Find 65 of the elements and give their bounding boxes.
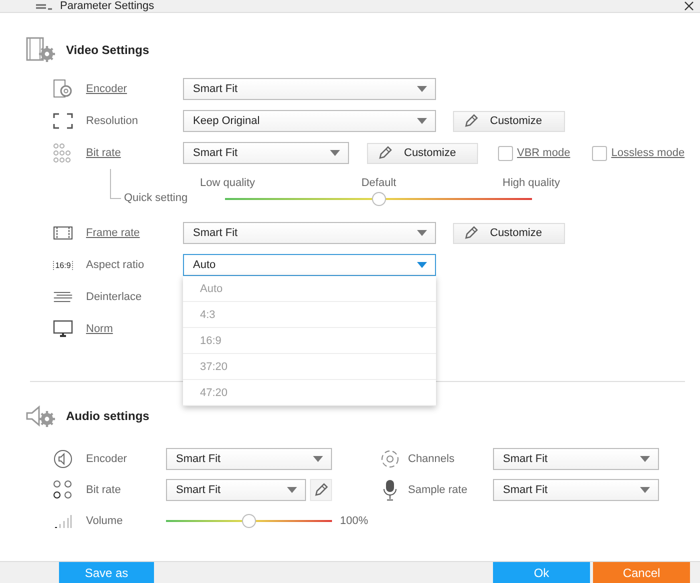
- connector-line: [110, 169, 121, 199]
- pencil-icon: [464, 226, 478, 240]
- settings-link[interactable]: Bit rate: [86, 147, 183, 159]
- caret-icon: [417, 118, 427, 124]
- window-title: Parameter Settings: [60, 0, 154, 12]
- checkbox[interactable]: [592, 146, 608, 160]
- settings-link[interactable]: Frame rate: [86, 227, 183, 239]
- dropdown-field[interactable]: Smart Fit: [183, 142, 349, 164]
- checkbox-label[interactable]: VBR mode: [517, 147, 570, 159]
- caret-icon: [287, 486, 297, 492]
- field-label: Channels: [408, 452, 456, 464]
- slider-thumb[interactable]: [242, 514, 256, 528]
- dots-grid-icon: [53, 143, 73, 163]
- speaker-gear-icon: [26, 404, 56, 428]
- checkbox[interactable]: [498, 146, 513, 160]
- scale-label: High quality: [502, 177, 560, 189]
- caret-icon: [640, 456, 650, 462]
- dropdown-field[interactable]: Smart Fit: [166, 448, 332, 470]
- dropdown-field[interactable]: Smart Fit: [493, 478, 659, 500]
- lines-icon: [53, 291, 73, 303]
- field-label: Volume: [86, 514, 124, 526]
- settings-link[interactable]: Encoder: [86, 83, 183, 95]
- caret-icon: [417, 262, 427, 268]
- scale-label: Low quality: [200, 177, 256, 189]
- pencil-icon: [314, 482, 328, 496]
- section-title: Video Settings: [66, 43, 150, 57]
- dropdown-field[interactable]: Auto: [183, 254, 436, 276]
- edit-button[interactable]: [310, 478, 332, 500]
- checkbox-label[interactable]: Lossless mode: [611, 147, 685, 159]
- dropdown-field[interactable]: Smart Fit: [183, 78, 436, 100]
- signal-bars-icon: [54, 512, 72, 528]
- resize-frame-icon: [53, 113, 73, 129]
- field-label: Aspect ratio: [86, 259, 146, 271]
- caret-icon: [417, 230, 427, 236]
- caret-icon: [640, 486, 650, 492]
- customize-button[interactable]: Customize: [453, 110, 565, 132]
- speaker-icon: [53, 448, 73, 468]
- close-icon[interactable]: [684, 1, 694, 11]
- field-label: Bit rate: [86, 484, 122, 496]
- field-label: Resolution: [86, 115, 139, 127]
- monitor-icon: [53, 320, 73, 338]
- film-strip-icon: [53, 226, 73, 240]
- pencil-icon: [378, 146, 392, 160]
- dropdown-field[interactable]: Smart Fit: [183, 222, 436, 244]
- dots-grid-icon: [53, 480, 73, 500]
- microphone-icon: [382, 478, 398, 500]
- caret-icon: [330, 150, 340, 156]
- field-label: Quick setting: [124, 192, 189, 206]
- slider-thumb[interactable]: [372, 192, 386, 206]
- field-label: Encoder: [86, 452, 128, 464]
- dropdown-field[interactable]: Keep Original: [183, 110, 436, 132]
- caret-icon: [313, 456, 323, 462]
- pencil-icon: [464, 114, 478, 128]
- settings-link[interactable]: Norm: [86, 323, 183, 335]
- field-label: Deinterlace: [86, 291, 143, 303]
- dropdown-field[interactable]: Smart Fit: [166, 478, 306, 500]
- customize-button[interactable]: Customize: [367, 142, 478, 164]
- field-label: Sample rate: [408, 484, 468, 496]
- dropdown-field[interactable]: Smart Fit: [493, 448, 659, 470]
- surround-icon: [380, 448, 400, 468]
- scale-label: Default: [361, 177, 396, 189]
- volume-reading: 100%: [340, 514, 368, 526]
- customize-button[interactable]: Customize: [453, 222, 565, 244]
- section-title: Audio settings: [66, 409, 150, 423]
- caret-icon: [417, 86, 427, 92]
